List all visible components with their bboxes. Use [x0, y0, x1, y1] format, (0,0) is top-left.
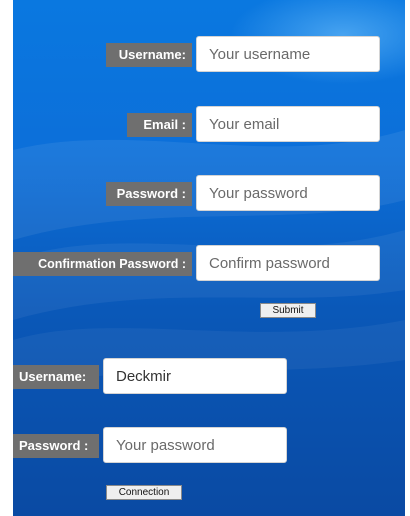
- register-username-label: Username:: [106, 43, 192, 67]
- register-email-label: Email :: [127, 113, 192, 137]
- register-username-input[interactable]: [196, 36, 380, 72]
- register-password-label: Password :: [106, 182, 192, 206]
- register-confirm-input[interactable]: [196, 245, 380, 281]
- login-password-label: Password :: [13, 434, 99, 458]
- register-confirm-label: Confirmation Password :: [13, 252, 192, 276]
- login-password-input[interactable]: [103, 427, 287, 463]
- submit-button[interactable]: Submit: [260, 303, 316, 318]
- connection-button[interactable]: Connection: [106, 485, 182, 500]
- register-email-input[interactable]: [196, 106, 380, 142]
- login-username-label: Username:: [13, 365, 99, 389]
- login-username-input[interactable]: [103, 358, 287, 394]
- register-password-input[interactable]: [196, 175, 380, 211]
